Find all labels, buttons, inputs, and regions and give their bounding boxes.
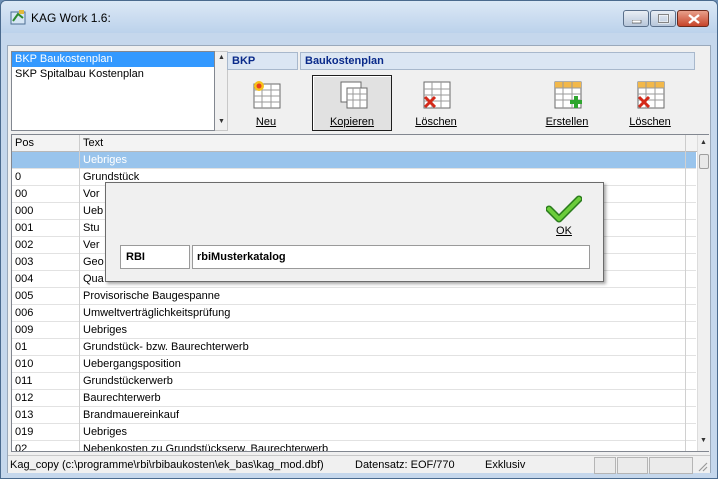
cell-pos: 001 [12, 220, 80, 237]
status-bar: Kag_copy (c:\programme\rbi\rbibaukosten\… [8, 455, 710, 474]
table-row[interactable]: 006 Umweltverträglichkeitsprüfung [12, 305, 696, 322]
status-mode: Exklusiv [485, 459, 526, 471]
rbi-field-label: RBI [120, 245, 190, 269]
ok-button-label: OK [556, 225, 572, 237]
table-row[interactable]: 009 Uebriges [12, 322, 696, 339]
cell-pos: 003 [12, 254, 80, 271]
cell-pos: 000 [12, 203, 80, 220]
grid-header: Pos Text [12, 135, 698, 152]
cell-pos: 012 [12, 390, 80, 407]
cell-text: Baurechterwerb [80, 390, 686, 407]
catalog-code-field: BKP [227, 52, 298, 70]
resize-grip-icon[interactable] [696, 460, 708, 472]
status-panel [649, 457, 693, 474]
cell-text: Provisorische Baugespanne [80, 288, 686, 305]
scroll-down-arrow-icon[interactable]: ▼ [700, 437, 707, 444]
table-row[interactable]: 013 Brandmauereinkauf [12, 407, 696, 424]
create-table-icon [554, 81, 582, 109]
scroll-down-arrow-icon[interactable]: ▼ [218, 118, 225, 125]
scroll-up-arrow-icon[interactable]: ▲ [700, 139, 707, 146]
title-bar[interactable]: KAG Work 1.6: [1, 1, 717, 33]
catalog-item-bkp[interactable]: BKP Baukostenplan [12, 52, 214, 67]
status-record: Datensatz: EOF/770 [355, 459, 455, 471]
cell-pos: 00 [12, 186, 80, 203]
cell-pos: 02 [12, 441, 80, 451]
grid-scrollbar[interactable]: ▲ ▼ [697, 135, 709, 451]
cell-pos: 005 [12, 288, 80, 305]
minimize-icon [632, 20, 642, 24]
table-row[interactable]: 01 Grundstück- bzw. Baurechterwerb [12, 339, 696, 356]
ok-button[interactable]: OK [544, 193, 584, 239]
cell-text: Uebriges [80, 152, 686, 169]
window-title: KAG Work 1.6: [31, 11, 111, 25]
cell-pos: 01 [12, 339, 80, 356]
cell-pos: 011 [12, 373, 80, 390]
create-button[interactable]: Erstellen [527, 76, 607, 132]
cell-text: Grundstückerwerb [80, 373, 686, 390]
new-button-label: Neu [255, 116, 277, 128]
maximize-button[interactable] [650, 10, 676, 27]
cell-pos: 009 [12, 322, 80, 339]
cell-pos: 002 [12, 237, 80, 254]
create-button-label: Erstellen [545, 116, 589, 128]
table-row[interactable]: 005 Provisorische Baugespanne [12, 288, 696, 305]
delete-button[interactable]: Löschen [396, 76, 476, 132]
cell-pos: 010 [12, 356, 80, 373]
delete-button-label: Löschen [415, 116, 457, 128]
cell-pos: 006 [12, 305, 80, 322]
cell-text: Umweltverträglichkeitsprüfung [80, 305, 686, 322]
copy-button[interactable]: Kopieren [312, 75, 392, 131]
rbi-name-input[interactable] [192, 245, 590, 269]
status-file: Kag_copy (c:\programme\rbi\rbibaukosten\… [10, 459, 324, 471]
table-row[interactable]: 02 Nebenkosten zu Grundstückserw. Baurech… [12, 441, 696, 451]
cell-text: Grundstück- bzw. Baurechterwerb [80, 339, 686, 356]
cell-text: Uebergangsposition [80, 356, 686, 373]
column-header-pos[interactable]: Pos [12, 135, 80, 152]
scrollbar-thumb[interactable] [699, 154, 709, 169]
cell-pos [12, 152, 80, 169]
delete-structure-icon [637, 81, 665, 109]
minimize-button[interactable] [623, 10, 649, 27]
cell-pos: 0 [12, 169, 80, 186]
catalog-name-field: Baukostenplan [300, 52, 695, 70]
cell-pos: 019 [12, 424, 80, 441]
status-panel [594, 457, 616, 474]
close-button[interactable] [677, 10, 709, 27]
column-header-text[interactable]: Text [80, 135, 686, 152]
scroll-up-arrow-icon[interactable]: ▲ [218, 54, 225, 61]
new-button[interactable]: Neu [226, 76, 306, 132]
table-row[interactable]: 019 Uebriges [12, 424, 696, 441]
cell-text: Nebenkosten zu Grundstückserw. Baurechte… [80, 441, 686, 451]
copy-button-label: Kopieren [329, 116, 375, 128]
checkmark-icon [546, 195, 582, 223]
close-icon [688, 14, 700, 24]
copy-dialog: OK RBI [105, 182, 604, 282]
cell-pos: 013 [12, 407, 80, 424]
cell-text: Uebriges [80, 424, 686, 441]
cell-text: Brandmauereinkauf [80, 407, 686, 424]
delete-structure-button-label: Löschen [629, 116, 671, 128]
table-row[interactable]: 011 Grundstückerwerb [12, 373, 696, 390]
new-table-icon [253, 81, 281, 109]
table-row[interactable]: Uebriges [12, 152, 696, 169]
catalog-list[interactable]: BKP Baukostenplan SKP Spitalbau Kostenpl… [11, 51, 215, 131]
table-row[interactable]: 010 Uebergangsposition [12, 356, 696, 373]
delete-structure-button[interactable]: Löschen [610, 76, 690, 132]
status-panel [617, 457, 648, 474]
copy-table-icon [340, 81, 368, 109]
table-row[interactable]: 012 Baurechterwerb [12, 390, 696, 407]
maximize-icon [658, 14, 670, 24]
catalog-item-skp[interactable]: SKP Spitalbau Kostenplan [12, 67, 214, 82]
delete-table-icon [423, 81, 451, 109]
app-window: KAG Work 1.6: BKP Baukostenplan SKP Spit… [0, 0, 718, 479]
cell-text: Uebriges [80, 322, 686, 339]
cell-pos: 004 [12, 271, 80, 288]
app-icon [10, 10, 26, 25]
